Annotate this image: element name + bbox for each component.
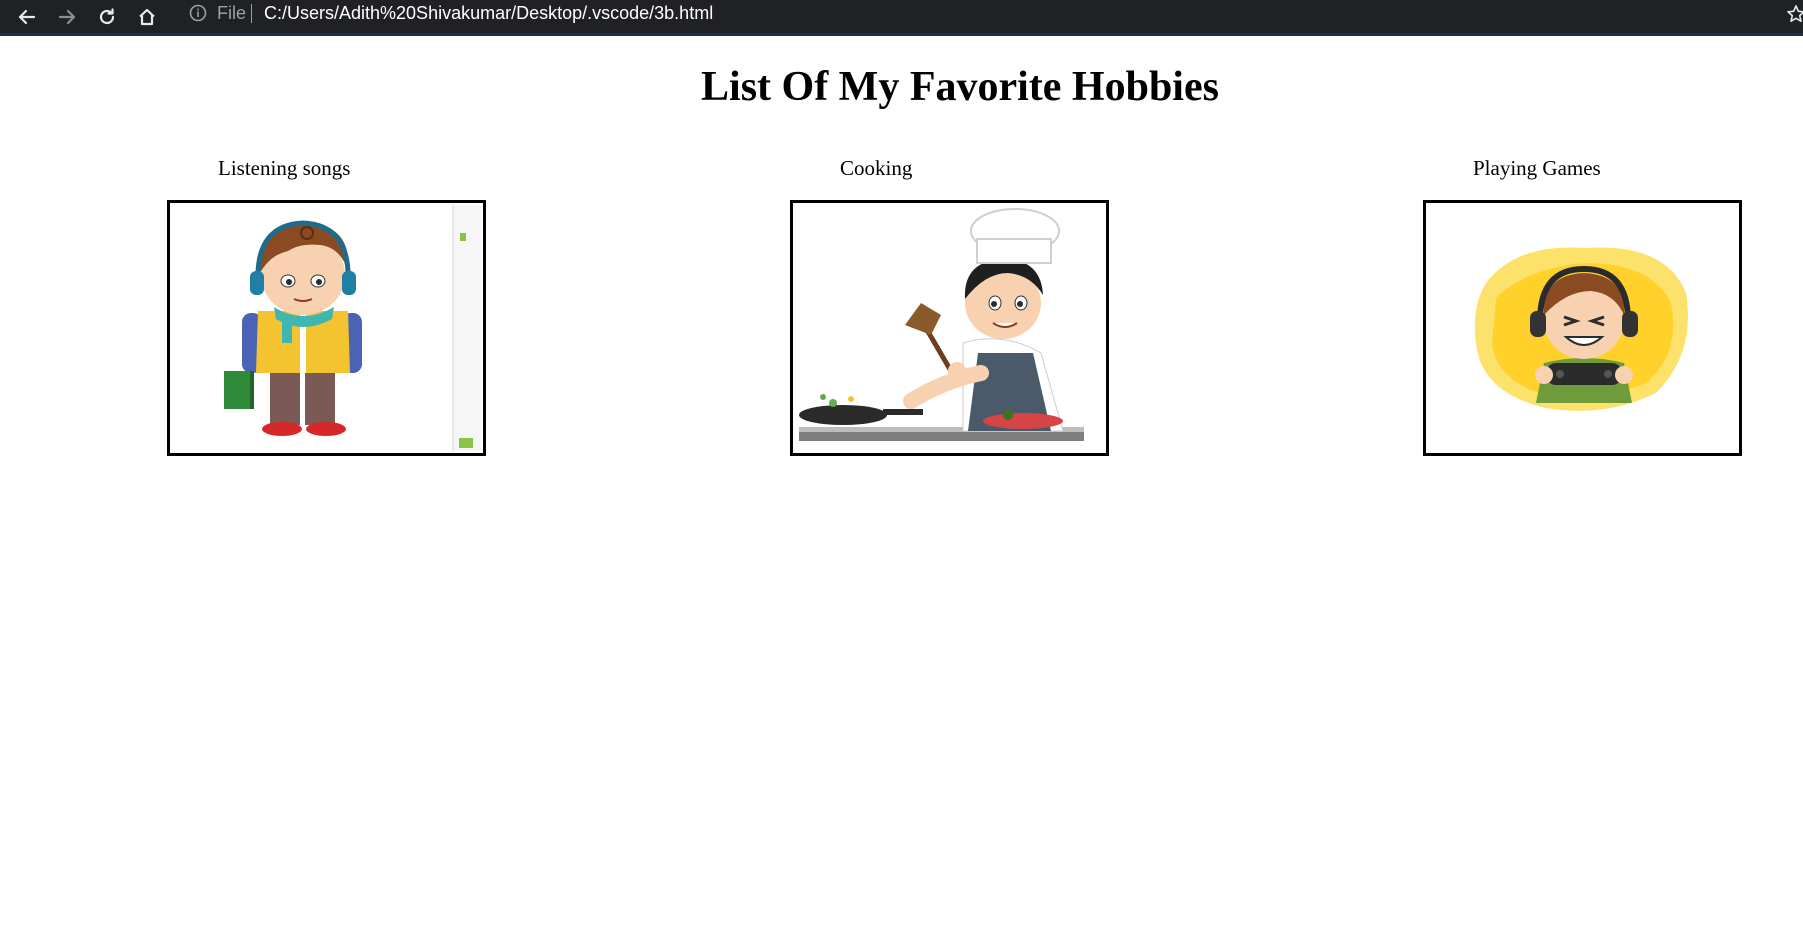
- boy-gamer-with-controller-image: [1426, 203, 1739, 453]
- site-info-button[interactable]: [188, 3, 208, 23]
- url-separator: [251, 4, 252, 23]
- boy-with-headphones-image: [170, 203, 483, 453]
- hobby-image-frame-cooking: [790, 200, 1109, 456]
- url-text[interactable]: C:/Users/Adith%20Shivakumar/Desktop/.vsc…: [264, 2, 713, 24]
- browser-toolbar: File C:/Users/Adith%20Shivakumar/Desktop…: [0, 0, 1803, 36]
- toolbar-border: [0, 33, 1803, 36]
- info-icon: [189, 4, 207, 22]
- hobby-label-playing-games: Playing Games: [1473, 156, 1601, 180]
- hobby-image-frame-playing-games: [1423, 200, 1742, 456]
- home-icon: [139, 8, 155, 25]
- bookmark-button[interactable]: [1786, 3, 1803, 25]
- hobby-image-frame-listening-songs: [167, 200, 486, 456]
- reload-icon: [99, 7, 115, 24]
- home-button[interactable]: [130, 0, 164, 33]
- reload-button[interactable]: [90, 0, 124, 33]
- forward-arrow-icon: [58, 9, 76, 24]
- boy-chef-cooking-image: [793, 203, 1106, 453]
- hobby-label-cooking: Cooking: [840, 156, 913, 180]
- star-icon: [1787, 5, 1803, 22]
- page-title: List Of My Favorite Hobbies: [701, 64, 1219, 110]
- back-arrow-icon: [18, 9, 36, 24]
- back-button[interactable]: [10, 0, 44, 33]
- url-scheme: File: [217, 3, 247, 23]
- forward-button[interactable]: [50, 0, 84, 33]
- hobby-label-listening-songs: Listening songs: [218, 156, 351, 180]
